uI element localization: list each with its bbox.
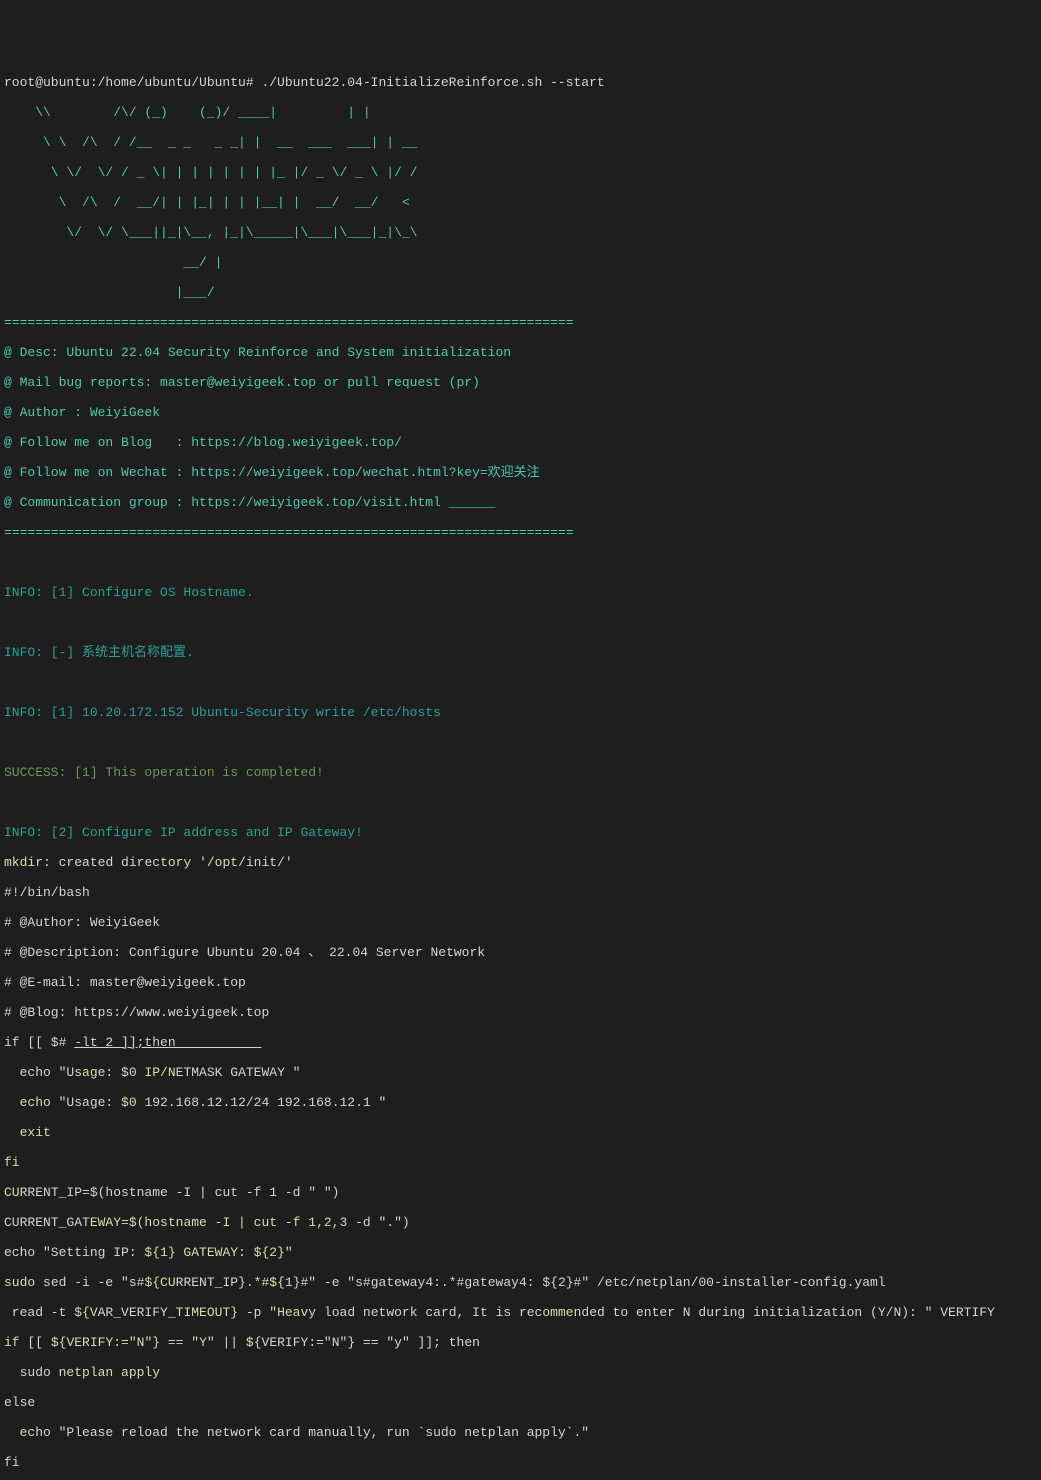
script-line: fi: [4, 1155, 1037, 1170]
ascii-art-line: \ \ /\ / /__ _ _ _ _| | __ ___ ___| | __: [4, 135, 1037, 150]
script-line: echo "Usage: $0 IP/NETMASK GATEWAY ": [4, 1065, 1037, 1080]
command-prompt: root@ubuntu:/home/ubuntu/Ubuntu# ./Ubunt…: [4, 75, 1037, 90]
script-line: if [[ $# -lt 2 ]];then: [4, 1035, 1037, 1050]
script-line: echo "Setting IP: ${1} GATEWAY: ${2}": [4, 1245, 1037, 1260]
script-line: if [[ ${VERIFY:="N"} == "Y" || ${VERIFY:…: [4, 1335, 1037, 1350]
header-desc: @ Desc: Ubuntu 22.04 Security Reinforce …: [4, 345, 1037, 360]
script-line: exit: [4, 1125, 1037, 1140]
script-line: #!/bin/bash: [4, 885, 1037, 900]
header-blog: @ Follow me on Blog : https://blog.weiyi…: [4, 435, 1037, 450]
info-line: INFO: [1] 10.20.172.152 Ubuntu-Security …: [4, 705, 1037, 720]
script-line: CURRENT_GATEWAY=$(hostname -I | cut -f 1…: [4, 1215, 1037, 1230]
ascii-art-line: \/ \/ \___||_|\__, |_|\_____|\___|\___|_…: [4, 225, 1037, 240]
header-wechat: @ Follow me on Wechat : https://weiyigee…: [4, 465, 1037, 480]
script-line: sudo netplan apply: [4, 1365, 1037, 1380]
info-line: INFO: [1] Configure OS Hostname.: [4, 585, 1037, 600]
script-line: # @Author: WeiyiGeek: [4, 915, 1037, 930]
script-line: # @E-mail: master@weiyigeek.top: [4, 975, 1037, 990]
header-comm: @ Communication group : https://weiyigee…: [4, 495, 1037, 510]
script-line: else: [4, 1395, 1037, 1410]
info-line: INFO: [2] Configure IP address and IP Ga…: [4, 825, 1037, 840]
ascii-art-line: \ \/ \/ / _ \| | | | | | | |_ |/ _ \/ _ …: [4, 165, 1037, 180]
ascii-art-line: |___/: [4, 285, 1037, 300]
success-line: SUCCESS: [1] This operation is completed…: [4, 765, 1037, 780]
info-line: INFO: [-] 系统主机名称配置.: [4, 645, 1037, 660]
script-line: CURRENT_IP=$(hostname -I | cut -f 1 -d "…: [4, 1185, 1037, 1200]
script-line: fi: [4, 1455, 1037, 1470]
script-line: # @Description: Configure Ubuntu 20.04 、…: [4, 945, 1037, 960]
ascii-art-line: \\ /\/ (_) (_)/ ____| | |: [4, 105, 1037, 120]
header-author: @ Author : WeiyiGeek: [4, 405, 1037, 420]
script-line: echo "Usage: $0 192.168.12.12/24 192.168…: [4, 1095, 1037, 1110]
separator-line: ========================================…: [4, 315, 1037, 330]
script-line: sudo sed -i -e "s#${CURRENT_IP}.*#${1}#"…: [4, 1275, 1037, 1290]
script-line: read -t ${VAR_VERIFY_TIMEOUT} -p "Heavy …: [4, 1305, 1037, 1320]
terminal-output: root@ubuntu:/home/ubuntu/Ubuntu# ./Ubunt…: [0, 60, 1041, 1480]
mkdir-line: mkdir: created directory '/opt/init/': [4, 855, 1037, 870]
ascii-art-line: __/ |: [4, 255, 1037, 270]
separator-line: ========================================…: [4, 525, 1037, 540]
script-line: # @Blog: https://www.weiyigeek.top: [4, 1005, 1037, 1020]
script-line: echo "Please reload the network card man…: [4, 1425, 1037, 1440]
ascii-art-line: \ /\ / __/| | |_| | | |__| | __/ __/ <: [4, 195, 1037, 210]
header-mail: @ Mail bug reports: master@weiyigeek.top…: [4, 375, 1037, 390]
